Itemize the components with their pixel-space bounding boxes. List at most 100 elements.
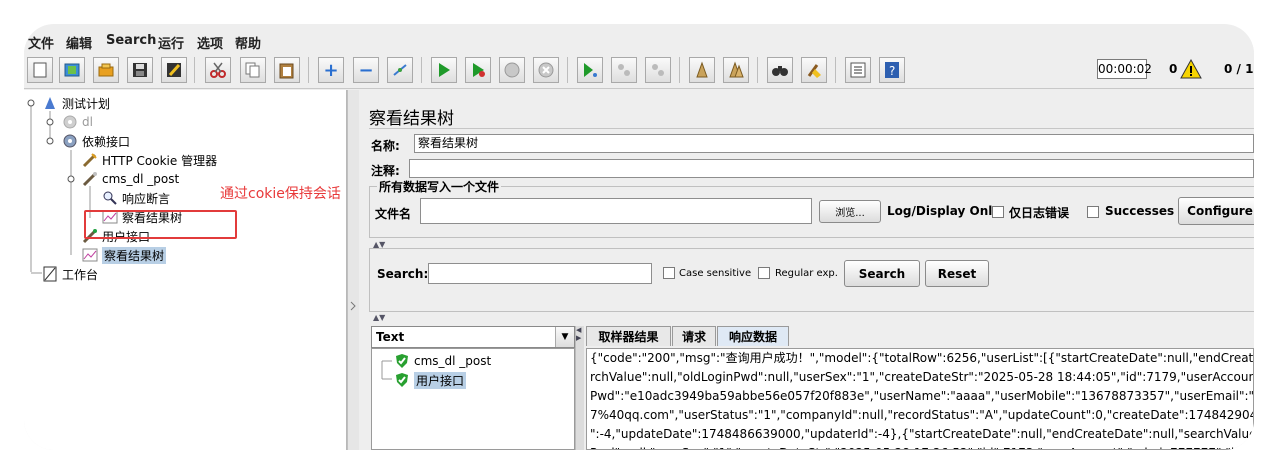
- case-sensitive-checkbox[interactable]: [663, 267, 675, 279]
- browse-button[interactable]: 浏览...: [819, 200, 881, 223]
- toggle-icon[interactable]: [387, 57, 413, 83]
- magnifier-icon: [102, 190, 118, 206]
- remote-stop-icon[interactable]: [611, 57, 637, 83]
- clear-icon[interactable]: [689, 57, 715, 83]
- tab-sampler-result[interactable]: 取样器结果: [586, 326, 671, 346]
- templates-icon[interactable]: [59, 57, 85, 83]
- search-button[interactable]: Search: [844, 260, 920, 287]
- elapsed-timer: 00:00:02: [1097, 59, 1152, 79]
- svg-text:?: ?: [889, 64, 895, 78]
- save-as-icon[interactable]: [161, 57, 187, 83]
- cut-icon[interactable]: [205, 57, 231, 83]
- file-section-title: 所有数据写入一个文件: [377, 178, 502, 195]
- response-line: rchValue":null,"oldLoginPwd":null,"userS…: [590, 370, 1253, 384]
- remote-shutdown-icon[interactable]: [645, 57, 671, 83]
- tree-node-cookie-manager[interactable]: HTTP Cookie 管理器: [82, 151, 217, 169]
- errors-only-checkbox[interactable]: [992, 206, 1004, 218]
- start-icon[interactable]: [431, 57, 457, 83]
- thread-count: 0 / 1: [1224, 62, 1254, 76]
- test-plan-icon: [42, 95, 58, 111]
- expand-icon[interactable]: +: [318, 57, 344, 83]
- menu-file[interactable]: 文件: [28, 33, 54, 52]
- log-display-label: Log/Display Only:: [887, 204, 1005, 218]
- annotation-text: 通过cokie保持会话: [220, 186, 341, 202]
- successes-label: Successes: [1105, 204, 1175, 218]
- help-icon[interactable]: ?: [879, 57, 905, 83]
- remote-start-icon[interactable]: [577, 57, 603, 83]
- success-shield-icon: [394, 372, 410, 388]
- paste-icon[interactable]: [274, 57, 300, 83]
- save-icon[interactable]: [127, 57, 153, 83]
- tree-node-test-plan[interactable]: 测试计划: [42, 94, 110, 112]
- renderer-select[interactable]: Text ▼: [371, 326, 575, 348]
- sample-item[interactable]: cms_dl _post: [394, 352, 491, 370]
- toolbar: + − ? 00:00:02 0 0 / 1: [24, 54, 1254, 89]
- test-plan-tree: 测试计划 dl 依赖接口 HTTP Cookie 管理器 cms_dl _pos…: [24, 90, 347, 450]
- search-label: Search:: [377, 267, 429, 281]
- warning-icon[interactable]: [1180, 59, 1202, 79]
- workbench-icon: [42, 266, 58, 282]
- copy-icon[interactable]: [240, 57, 266, 83]
- case-sensitive-label: Case sensitive: [679, 268, 752, 279]
- http-sampler-icon: [82, 171, 98, 187]
- new-icon[interactable]: [27, 57, 53, 83]
- panel-title: 察看结果树: [369, 109, 454, 129]
- collapse-arrows-icon-2[interactable]: ▲▼: [373, 313, 385, 322]
- menu-options[interactable]: 选项: [197, 33, 223, 52]
- function-helper-icon[interactable]: [845, 57, 871, 83]
- tree-node-dependency-api[interactable]: 依赖接口: [62, 132, 130, 150]
- tree-node-view-results-tree-selected[interactable]: 察看结果树: [82, 246, 167, 264]
- shutdown-icon[interactable]: [533, 57, 559, 83]
- menu-bar: 文件 编辑 Search 运行 选项 帮助: [24, 28, 1254, 52]
- response-line: {"code":"200","msg":"查询用户成功！","model":{"…: [590, 351, 1254, 365]
- configure-button[interactable]: Configure: [1178, 197, 1254, 225]
- filename-label: 文件名: [375, 207, 412, 221]
- response-line: ":-4,"updateDate":1748486639000,"updater…: [590, 427, 1253, 441]
- response-line: Pwd":null,"userSex":"1","createDateStr":…: [587, 444, 1253, 449]
- success-shield-icon: [394, 353, 410, 369]
- regex-checkbox[interactable]: [758, 267, 770, 279]
- cookie-manager-icon: [82, 152, 98, 168]
- response-data-text[interactable]: {"code":"200","msg":"查询用户成功！","model":{"…: [586, 348, 1254, 450]
- gear-icon: [62, 114, 78, 130]
- menu-run[interactable]: 运行: [158, 33, 184, 52]
- comment-label: 注释:: [371, 164, 400, 178]
- successes-checkbox[interactable]: [1087, 206, 1099, 218]
- sample-result-list: cms_dl _post 用户接口: [371, 348, 575, 450]
- comment-field[interactable]: [409, 159, 1254, 178]
- regex-label: Regular exp.: [775, 268, 838, 279]
- tree-node-response-assertion[interactable]: 响应断言: [102, 189, 170, 207]
- filename-field[interactable]: [420, 198, 812, 224]
- tab-response-data[interactable]: 响应数据: [717, 326, 789, 346]
- response-lines: {"code":"200","msg":"查询用户成功！","model":{"…: [587, 349, 1254, 449]
- gear-icon: [62, 133, 78, 149]
- view-results-tree-panel: 察看结果树 名称: 察看结果树 注释: 所有数据写入一个文件 文件名 浏览...…: [359, 90, 1254, 450]
- clear-all-icon[interactable]: [723, 57, 749, 83]
- open-icon[interactable]: [93, 57, 119, 83]
- chevron-down-icon[interactable]: ▼: [555, 327, 574, 347]
- search-icon[interactable]: [767, 57, 793, 83]
- search-input[interactable]: [428, 263, 652, 284]
- start-no-timers-icon[interactable]: [465, 57, 491, 83]
- tree-node-workbench[interactable]: 工作台: [42, 265, 98, 283]
- tree-node-dl[interactable]: dl: [62, 113, 93, 131]
- chart-icon: [82, 247, 98, 263]
- name-field[interactable]: 察看结果树: [414, 134, 1254, 153]
- results-splitter[interactable]: ◀ ▶: [575, 326, 584, 450]
- errors-only-label: 仅日志错误: [1009, 206, 1070, 220]
- collapse-icon[interactable]: −: [353, 57, 379, 83]
- reset-search-icon[interactable]: [801, 57, 827, 83]
- response-line: 7%40qq.com","userStatus":"1","companyId"…: [590, 408, 1253, 422]
- menu-help[interactable]: 帮助: [235, 33, 261, 52]
- warning-count: 0: [1169, 62, 1178, 76]
- sample-item[interactable]: 用户接口: [394, 371, 467, 389]
- reset-button[interactable]: Reset: [925, 260, 989, 287]
- tree-node-cms-dl-post[interactable]: cms_dl _post: [82, 170, 179, 188]
- menu-search[interactable]: Search: [106, 33, 156, 48]
- jmeter-window: 文件 编辑 Search 运行 选项 帮助 + − ? 00:00:02 0 0…: [24, 24, 1254, 450]
- tab-request[interactable]: 请求: [672, 326, 716, 346]
- stop-icon[interactable]: [499, 57, 525, 83]
- annotation-box: [84, 210, 237, 239]
- menu-edit[interactable]: 编辑: [66, 33, 92, 52]
- response-line: Pwd":"e10adc3949ba59abbe56e057f20f883e",…: [590, 389, 1254, 403]
